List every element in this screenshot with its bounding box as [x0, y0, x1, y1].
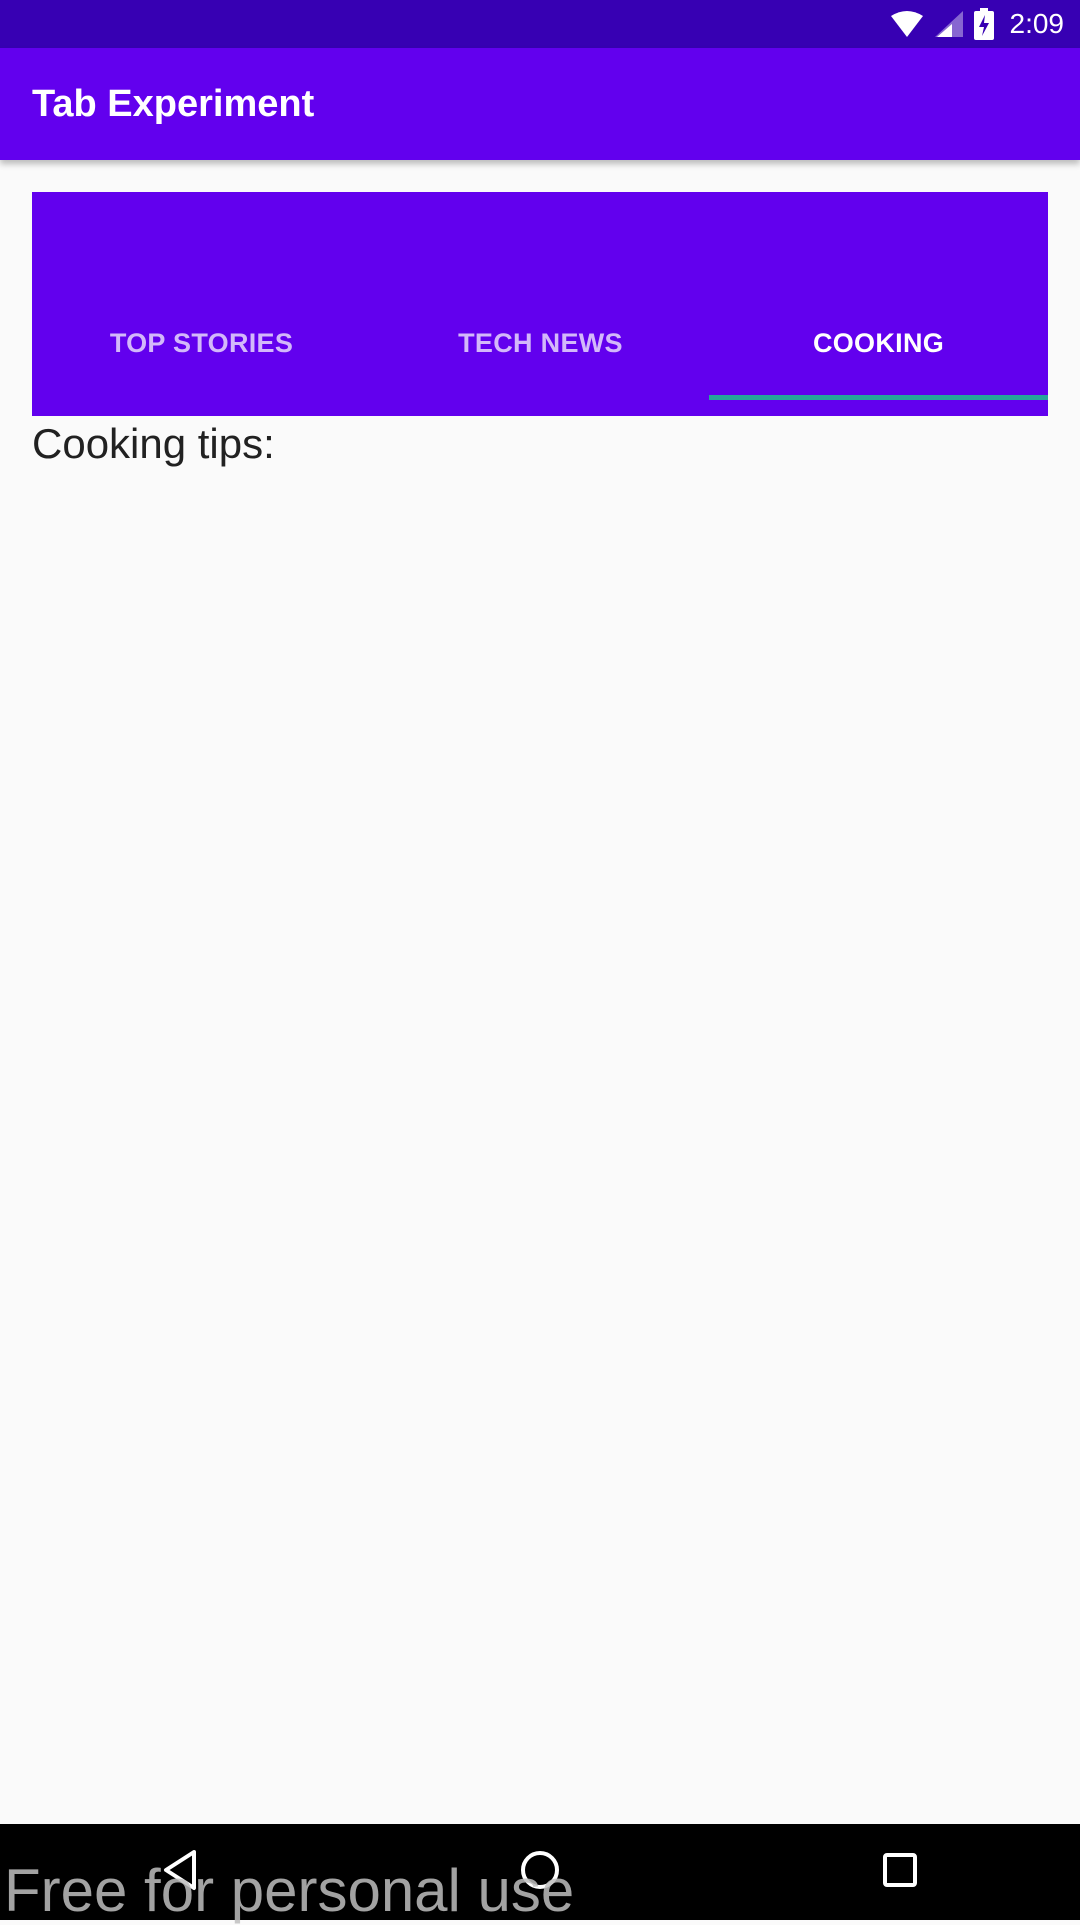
tab-tech-news[interactable]: TECH NEWS	[371, 304, 710, 416]
status-time: 2:09	[1009, 8, 1065, 39]
cell-signal-icon	[934, 10, 964, 38]
watermark-text: Free for personal use	[4, 1857, 575, 1924]
tab-top-stories[interactable]: TOP STORIES	[32, 304, 371, 416]
tab-layout: TOP STORIES TECH NEWS COOKING	[32, 192, 1048, 416]
wifi-icon	[890, 10, 924, 38]
status-icons: 2:09	[890, 0, 1065, 48]
tab-label: COOKING	[812, 328, 945, 358]
app-bar: Tab Experiment	[0, 48, 1080, 160]
tab-indicator	[709, 395, 1048, 400]
app-title: Tab Experiment	[32, 83, 315, 125]
content-text: Cooking tips:	[32, 420, 275, 467]
recents-button[interactable]	[840, 1824, 960, 1920]
recents-icon	[880, 1850, 920, 1895]
battery-charging-icon	[973, 8, 994, 40]
tab-label: TOP STORIES	[109, 328, 294, 358]
tab-label: TECH NEWS	[458, 328, 623, 358]
status-bar: 2:09	[0, 0, 1080, 48]
